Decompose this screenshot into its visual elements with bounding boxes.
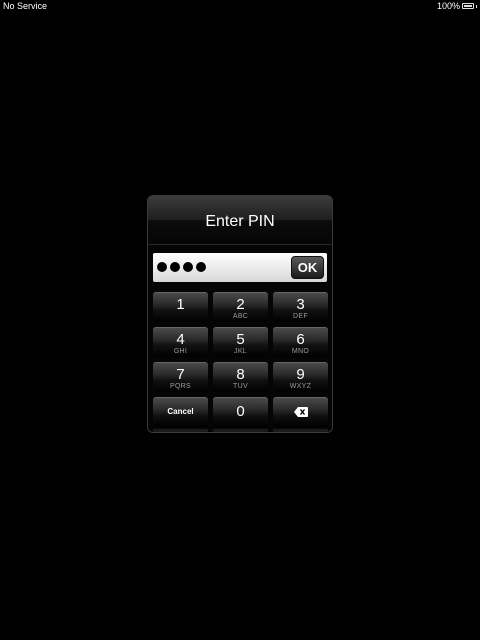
cancel-button[interactable]: Cancel	[153, 397, 208, 427]
key-6[interactable]: 6 MNO	[273, 327, 328, 357]
key-2[interactable]: 2 ABC	[213, 292, 268, 322]
backspace-icon	[273, 398, 328, 426]
key-letters: WXYZ	[289, 383, 312, 390]
key-number: 0	[236, 403, 245, 420]
key-7[interactable]: 7 PQRS	[153, 362, 208, 392]
battery-percent: 100%	[436, 1, 460, 11]
key-5[interactable]: 5 JKL	[213, 327, 268, 357]
ok-button[interactable]: OK	[291, 256, 324, 279]
key-number: 3	[296, 296, 305, 313]
pin-dots	[157, 262, 206, 272]
key-letters: MNO	[291, 348, 310, 355]
key-0[interactable]: 0	[213, 397, 268, 427]
key-number: 6	[296, 331, 305, 348]
key-number: 9	[296, 366, 305, 383]
battery-status: 100%	[437, 1, 477, 11]
key-8[interactable]: 8 TUV	[213, 362, 268, 392]
pin-field[interactable]: OK	[153, 253, 327, 282]
key-number: 5	[236, 331, 245, 348]
pin-dot	[196, 262, 206, 272]
key-letters: PQRS	[169, 383, 192, 390]
battery-icon	[462, 3, 474, 9]
key-1[interactable]: 1	[153, 292, 208, 322]
dialog-header: Enter PIN	[148, 196, 332, 245]
key-4[interactable]: 4 GHI	[153, 327, 208, 357]
status-bar: No Service 100%	[0, 0, 480, 14]
pin-dot	[183, 262, 193, 272]
delete-button[interactable]	[273, 397, 328, 427]
carrier-status: No Service	[3, 1, 48, 11]
pin-dot	[157, 262, 167, 272]
key-number: 7	[176, 366, 185, 383]
key-letters: ABC	[232, 313, 249, 320]
key-letters: TUV	[233, 383, 248, 390]
key-number: 2	[236, 296, 245, 313]
cancel-label: Cancel	[167, 407, 194, 416]
key-letters: JKL	[234, 348, 247, 355]
key-number: 4	[176, 331, 185, 348]
key-3[interactable]: 3 DEF	[273, 292, 328, 322]
pin-dialog: Enter PIN OK 1 2 ABC 3 DEF 4 GHI 5 JKL 6…	[147, 195, 333, 433]
key-9[interactable]: 9 WXYZ	[273, 362, 328, 392]
key-letters: DEF	[293, 313, 308, 320]
key-letters: GHI	[173, 348, 188, 355]
dialog-title: Enter PIN	[205, 213, 275, 230]
key-number: 1	[176, 296, 185, 313]
pin-dot	[170, 262, 180, 272]
key-number: 8	[236, 366, 245, 383]
